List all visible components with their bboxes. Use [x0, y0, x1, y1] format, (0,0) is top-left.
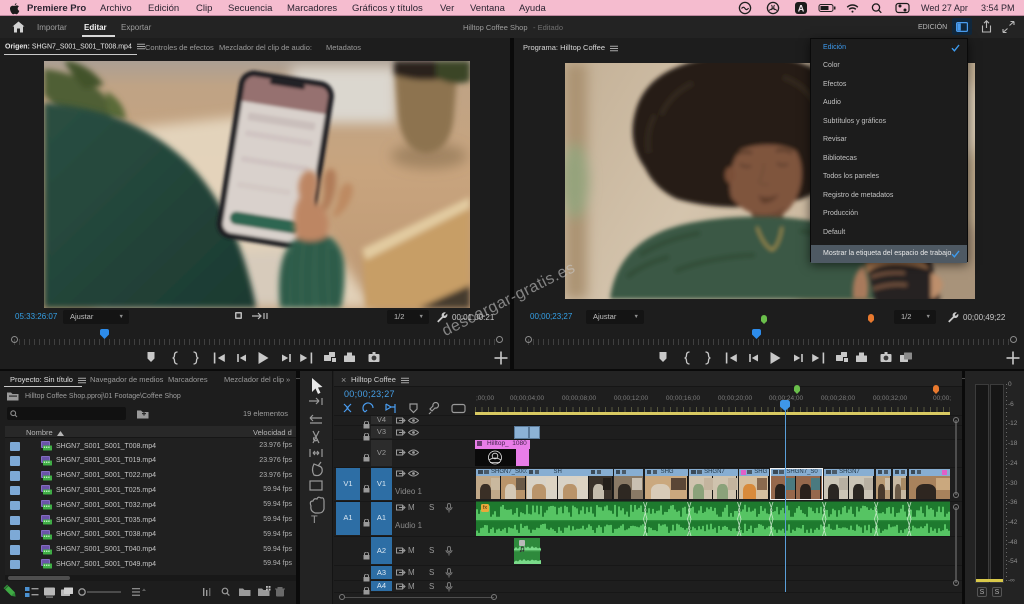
svg-text:A: A	[798, 4, 805, 14]
